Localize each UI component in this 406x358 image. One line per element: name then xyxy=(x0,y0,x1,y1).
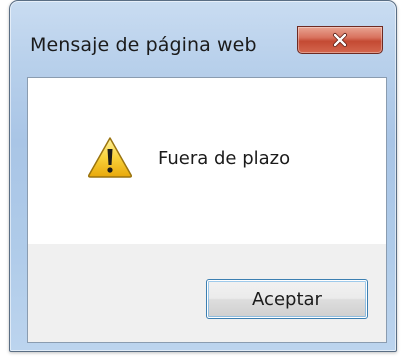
message-area: Fuera de plazo xyxy=(28,78,386,244)
warning-icon xyxy=(87,137,133,178)
title-bar[interactable]: Mensaje de página web xyxy=(10,1,396,75)
ok-button[interactable]: Aceptar xyxy=(206,279,368,319)
close-icon xyxy=(333,33,347,47)
close-button[interactable] xyxy=(297,26,383,54)
window-title: Mensaje de página web xyxy=(30,34,257,56)
dialog-body: Fuera de plazo Aceptar xyxy=(27,77,387,343)
dialog-window: Mensaje de página web Fuera de plazo Ace… xyxy=(9,0,397,352)
message-text: Fuera de plazo xyxy=(158,148,291,169)
